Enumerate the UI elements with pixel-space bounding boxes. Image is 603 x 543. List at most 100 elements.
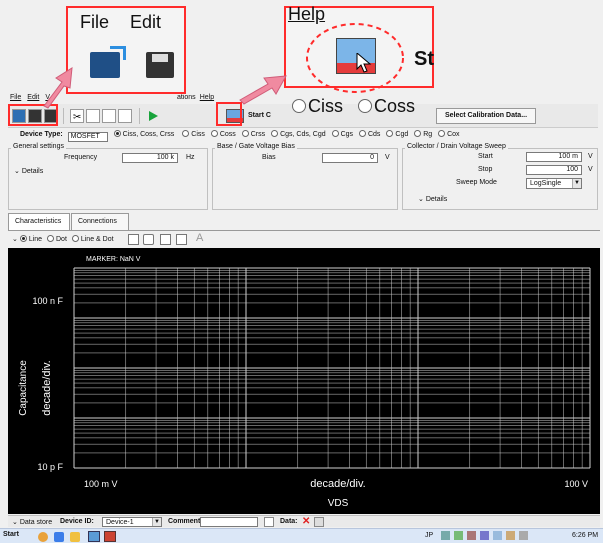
radio-indicator: [113, 130, 121, 137]
radio-cgd[interactable]: Cgd: [386, 130, 408, 138]
start-button[interactable]: Start: [3, 531, 19, 538]
app-icon[interactable]: [54, 532, 64, 542]
data-label: Data:: [280, 518, 298, 525]
tray-icon[interactable]: [441, 531, 450, 540]
zoom-open-folder-icon: [90, 46, 126, 78]
radio-cox[interactable]: Cox: [438, 130, 460, 138]
callout-arrow-right: [239, 75, 287, 105]
sweep-mode-value: LogSingle: [530, 180, 562, 187]
x-axis-label: VDS: [328, 498, 349, 509]
copy-button[interactable]: [86, 109, 100, 123]
radio-coss[interactable]: Coss: [210, 130, 236, 138]
browser-icon[interactable]: [38, 532, 48, 542]
radio-indicator: [47, 235, 54, 242]
chevron-down-icon: ⌄: [14, 168, 22, 175]
radio-indicator: [358, 130, 366, 137]
device-id-value: Device-1: [106, 519, 134, 526]
radio-line-dot[interactable]: Line & Dot: [71, 235, 114, 243]
select-calibration-button[interactable]: Select Calibration Data...: [436, 108, 536, 124]
zoom-edit-label: Edit: [130, 12, 162, 32]
chevron-down-icon: ⌄: [12, 236, 20, 243]
y-axis-scale-label: decade/div.: [41, 360, 53, 415]
radio-indicator: [19, 235, 27, 242]
menu-file[interactable]: File: [10, 94, 21, 104]
bias-unit: V: [385, 154, 390, 161]
general-details-toggle[interactable]: ⌄ Details: [14, 167, 43, 175]
pan-icon[interactable]: [160, 234, 171, 245]
radio-indicator: [182, 130, 190, 137]
start-partial-label: Start C: [248, 112, 271, 119]
run-button[interactable]: [146, 109, 160, 123]
frequency-input[interactable]: 100 k: [122, 153, 178, 163]
tab-divider: [8, 230, 600, 231]
start-unit: V: [588, 153, 593, 160]
status-bar: ⌄ Data store Device ID: Device-1 ▼ Comme…: [8, 515, 600, 527]
bias-input[interactable]: 0: [322, 153, 378, 163]
zoom-file-label: File: [80, 12, 110, 32]
stop-input[interactable]: 100: [526, 165, 582, 175]
y-tick-bottom: 10 p F: [37, 462, 63, 472]
menu-edit[interactable]: Edit: [27, 94, 39, 104]
text-annotation-icon[interactable]: A: [196, 232, 203, 244]
drain-details-toggle[interactable]: ⌄ Details: [418, 195, 447, 203]
cut-button[interactable]: ✂: [70, 109, 84, 123]
tray-icon[interactable]: [506, 531, 515, 540]
taskbar: Start JP 6:26 PM: [0, 528, 603, 543]
start-input[interactable]: 100 m: [526, 152, 582, 162]
radio-crss[interactable]: Crss: [241, 130, 266, 138]
data-store-toggle[interactable]: ⌄ Data store: [12, 518, 52, 526]
data-settings-icon[interactable]: [314, 517, 324, 527]
radio-label: Crss: [250, 131, 266, 138]
attach-icon[interactable]: [264, 517, 274, 527]
taskbar-app-icon[interactable]: [104, 531, 116, 542]
tray-icon[interactable]: [454, 531, 463, 540]
radio-label: Line & Dot: [80, 236, 114, 243]
device-id-select[interactable]: Device-1 ▼: [102, 517, 162, 527]
language-indicator[interactable]: JP: [425, 532, 433, 539]
delete-icon[interactable]: ✕: [302, 516, 310, 527]
paste-special-button[interactable]: [118, 109, 132, 123]
zoom-ciss-label: Ciss: [308, 96, 343, 116]
comment-input[interactable]: [200, 517, 258, 527]
details-label: Details: [21, 168, 44, 175]
tray-icon[interactable]: [519, 531, 528, 540]
tab-connections[interactable]: Connections: [71, 213, 129, 231]
sweep-mode-label: Sweep Mode: [456, 179, 497, 186]
device-type-select[interactable]: MOSFET: [67, 132, 108, 142]
paste-button[interactable]: [102, 109, 116, 123]
camera-icon[interactable]: [128, 234, 139, 245]
autoscale-icon[interactable]: [143, 234, 154, 245]
toolbar-separator: [63, 108, 64, 124]
marker-icon[interactable]: [176, 234, 187, 245]
general-settings-group: [8, 148, 208, 210]
radio-line[interactable]: Line: [19, 235, 43, 243]
capacitance-plot[interactable]: MARKER: NaN V 100 n F 10 p F 100 m V 100…: [8, 248, 600, 514]
radio-rg[interactable]: Rg: [414, 130, 432, 138]
radio-ciss-coss-crss[interactable]: Ciss, Coss, Crss: [113, 130, 174, 138]
frequency-label: Frequency: [64, 154, 98, 161]
folder-icon[interactable]: [70, 532, 80, 542]
menu-operations[interactable]: ations: [177, 94, 196, 101]
radio-dot[interactable]: Dot: [47, 235, 67, 243]
radio-label: Line: [28, 236, 43, 243]
tray-icon[interactable]: [480, 531, 489, 540]
chevron-down-icon: ⌄: [12, 519, 20, 526]
tab-characteristics[interactable]: Characteristics: [8, 213, 70, 231]
radio-label: Coss: [219, 131, 236, 138]
menubar-right: ations Help: [177, 94, 214, 101]
plot-svg: MARKER: NaN V 100 n F 10 p F 100 m V 100…: [18, 256, 591, 509]
plot-grid: [73, 267, 591, 469]
marker-readout: MARKER: NaN V: [86, 256, 141, 263]
tray-icon[interactable]: [493, 531, 502, 540]
zoom-highlight-circle: [306, 23, 404, 93]
radio-ciss[interactable]: Ciss: [182, 130, 205, 138]
device-type-label: Device Type:: [20, 131, 63, 138]
radio-cgs-cds-cgd[interactable]: Cgs, Cds, Cgd: [271, 130, 326, 138]
menu-help[interactable]: Help: [200, 94, 214, 101]
radio-cds[interactable]: Cds: [358, 130, 380, 138]
tray-icon[interactable]: [467, 531, 476, 540]
radio-label: Ciss: [191, 131, 205, 138]
taskbar-window-icon[interactable]: [88, 531, 100, 542]
radio-cgs[interactable]: Cgs: [331, 130, 353, 138]
sweep-mode-select[interactable]: LogSingle ▼: [526, 178, 582, 189]
